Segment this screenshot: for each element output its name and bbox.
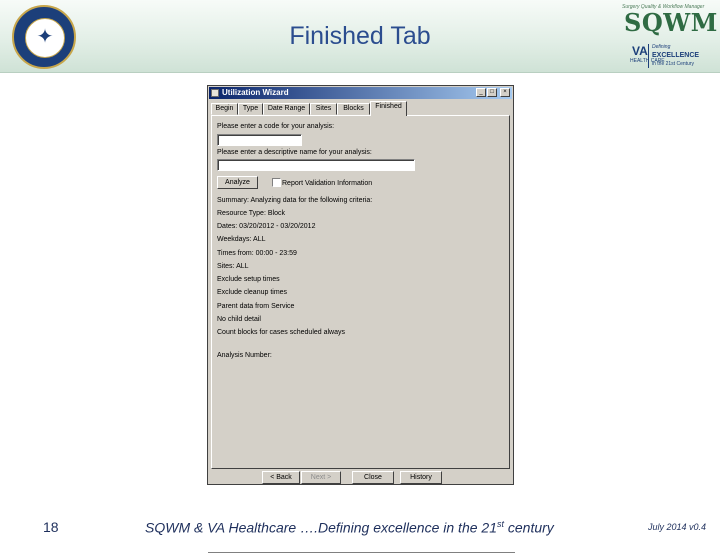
- code-label: Please enter a code for your analysis:: [217, 123, 335, 130]
- tab-date-range[interactable]: Date Range: [263, 103, 310, 115]
- tab-begin[interactable]: Begin: [211, 103, 238, 115]
- summary-line: Resource Type: Block: [217, 210, 285, 217]
- summary-line: Times from: 00:00 - 23:59: [217, 250, 297, 257]
- slide-header: ✦ Finished Tab Surgery Quality & Workflo…: [0, 0, 720, 73]
- summary-line: Parent data from Service: [217, 303, 295, 310]
- sqwm-logo-text: SQWM: [624, 8, 718, 37]
- summary-line: Dates: 03/20/2012 - 03/20/2012: [217, 223, 316, 230]
- analysis-number-label: Analysis Number:: [217, 352, 272, 359]
- history-button[interactable]: History: [400, 471, 442, 484]
- footer-tagline: SQWM & VA Healthcare ….Defining excellen…: [145, 519, 554, 536]
- utilization-wizard-window: Utilization Wizard _ □ × Begin Type Date…: [207, 85, 515, 553]
- app-icon: [211, 89, 219, 97]
- summary-line: Exclude setup times: [217, 276, 280, 283]
- back-button[interactable]: < Back: [262, 471, 300, 484]
- footer-date: July 2014 v0.4: [648, 522, 707, 532]
- analysis-name-input[interactable]: [217, 159, 415, 171]
- summary-line: Summary: Analyzing data for the followin…: [217, 197, 373, 204]
- sqwm-va-logo: Surgery Quality & Workflow Manager SQWM …: [622, 4, 718, 68]
- slide-number: 18: [43, 519, 59, 535]
- tab-finished[interactable]: Finished: [370, 101, 407, 116]
- page-title: Finished Tab: [289, 22, 431, 50]
- name-label: Please enter a descriptive name for your…: [217, 149, 372, 156]
- analysis-code-input[interactable]: [217, 134, 302, 146]
- tab-sites[interactable]: Sites: [310, 103, 337, 115]
- window-titlebar[interactable]: Utilization Wizard _ □ ×: [209, 87, 512, 99]
- summary-line: Count blocks for cases scheduled always: [217, 329, 346, 336]
- va-logo-text: VA: [632, 44, 648, 58]
- summary-line: Sites: ALL: [217, 263, 249, 270]
- tab-type[interactable]: Type: [238, 103, 263, 115]
- summary-line: Exclude cleanup times: [217, 289, 288, 296]
- next-button[interactable]: Next >: [301, 471, 341, 484]
- maximize-button[interactable]: □: [487, 88, 497, 97]
- minimize-button[interactable]: _: [476, 88, 486, 97]
- summary-line: No child detail: [217, 316, 261, 323]
- close-button[interactable]: Close: [352, 471, 394, 484]
- close-window-button[interactable]: ×: [500, 88, 510, 97]
- report-validation-checkbox[interactable]: [272, 178, 281, 187]
- finished-tab-panel: Please enter a code for your analysis: P…: [211, 115, 510, 469]
- tab-blocks[interactable]: Blocks: [337, 103, 370, 115]
- window-title: Utilization Wizard: [222, 88, 289, 97]
- report-validation-label: Report Validation Information: [282, 180, 373, 187]
- analyze-button[interactable]: Analyze: [217, 176, 258, 189]
- summary-line: Weekdays: ALL: [217, 236, 266, 243]
